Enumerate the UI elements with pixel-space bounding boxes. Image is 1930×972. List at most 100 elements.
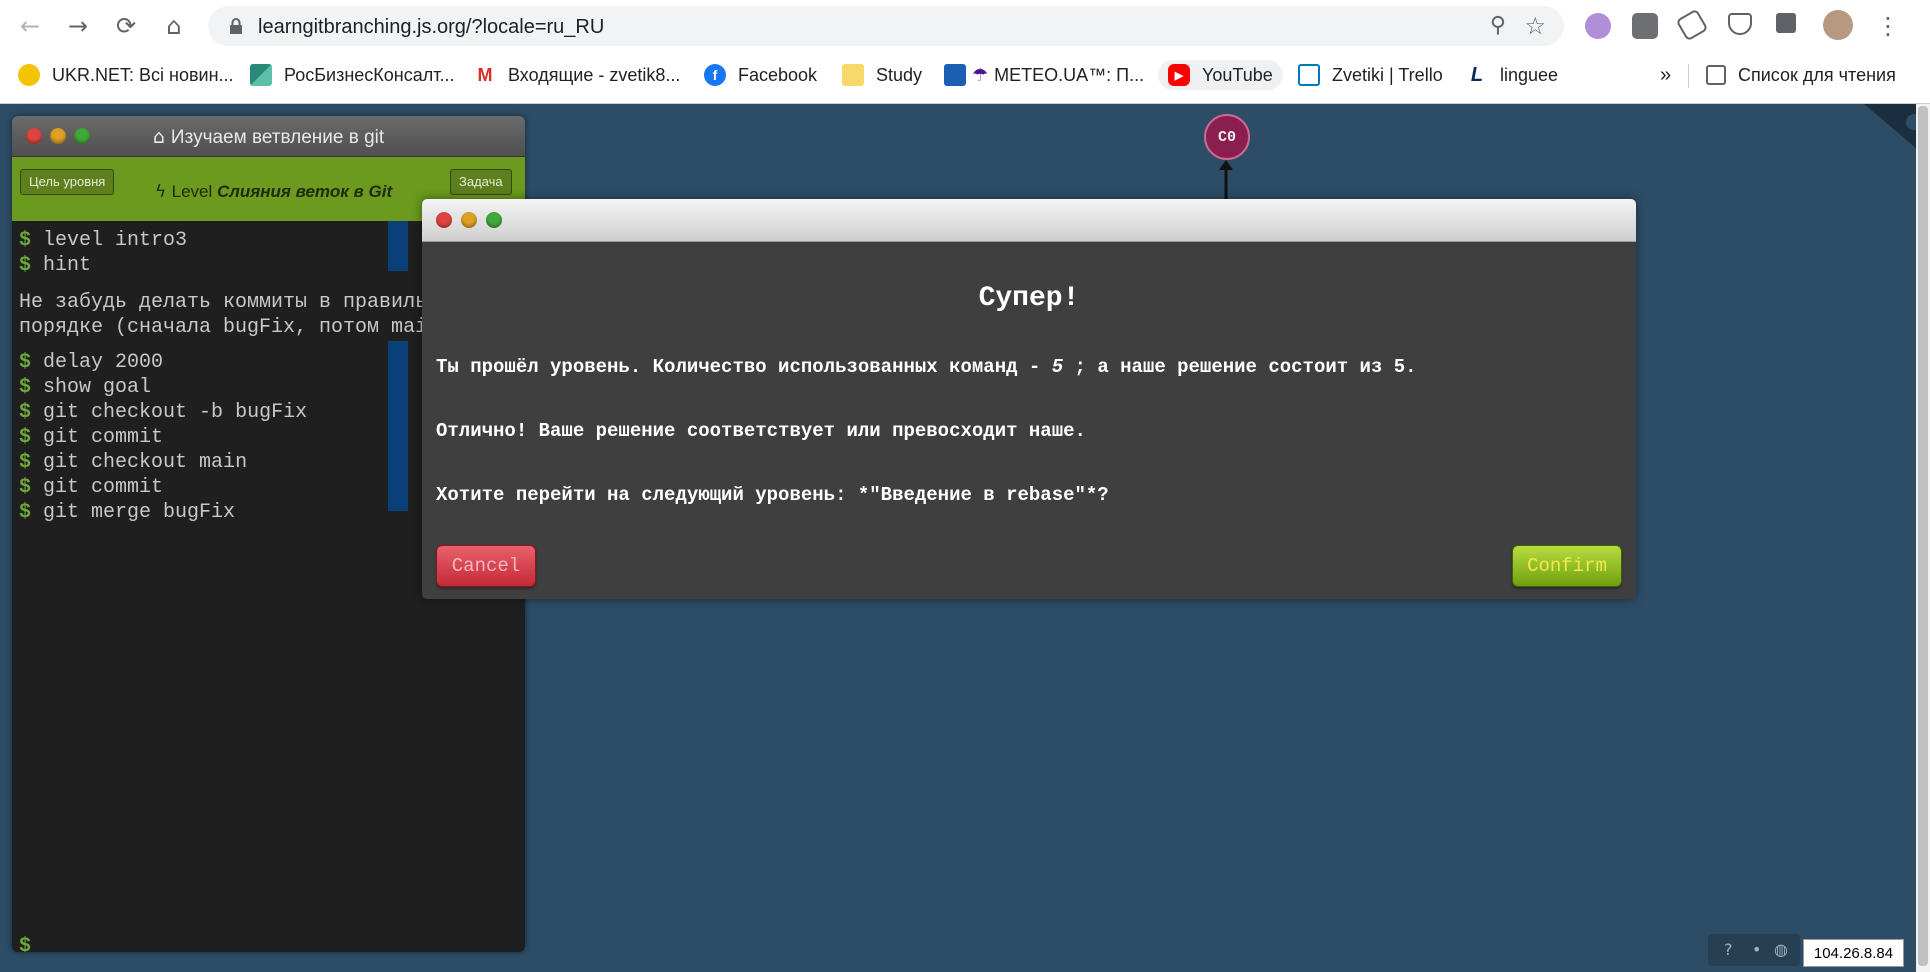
level-name: ϟ Level Слияния веток в Git bbox=[155, 182, 392, 202]
prompt: $ bbox=[19, 229, 32, 252]
bookmark-trello[interactable]: Zvetiki | Trello bbox=[1298, 60, 1443, 90]
reading-list-label: Список для чтения bbox=[1738, 64, 1896, 85]
prompt: $ bbox=[19, 254, 32, 277]
cancel-button[interactable]: Cancel bbox=[436, 545, 536, 587]
reload-icon[interactable]: ⟳ bbox=[110, 10, 142, 42]
prompt: $ bbox=[19, 501, 32, 524]
minimize-dot-icon[interactable] bbox=[461, 212, 477, 228]
command-line: $ delay 2000 bbox=[19, 351, 163, 374]
bookmark-study[interactable]: Study bbox=[842, 60, 922, 90]
level-goal-button[interactable]: Цель уровня bbox=[20, 169, 115, 195]
facebook-icon: f bbox=[704, 64, 726, 86]
command-text: delay 2000 bbox=[43, 351, 164, 374]
extension-grey-icon[interactable] bbox=[1632, 13, 1658, 39]
zoom-icon[interactable]: ⚲ bbox=[1490, 13, 1506, 38]
bookmark-linguee[interactable]: Llinguee bbox=[1466, 60, 1558, 90]
command-input[interactable]: $ bbox=[19, 935, 31, 952]
prompt: $ bbox=[19, 935, 32, 952]
confirm-button[interactable]: Confirm bbox=[1512, 545, 1622, 587]
bookmark-facebook[interactable]: f Facebook bbox=[704, 60, 817, 90]
meteo-icon bbox=[944, 64, 966, 86]
bookmark-gmail[interactable]: M Входящие - zvetik8... bbox=[474, 60, 680, 90]
globe-icon[interactable]: ◍ bbox=[1774, 940, 1788, 959]
result-text-a: Ты прошёл уровень. Количество использова… bbox=[436, 356, 1052, 378]
bookmark-meteo[interactable]: ☂ METEO.UA™: П... bbox=[944, 60, 1144, 90]
bookmark-label: linguee bbox=[1500, 64, 1559, 85]
close-dot-icon[interactable] bbox=[436, 212, 452, 228]
extensions-puzzle-icon[interactable] bbox=[1776, 13, 1796, 33]
command-text: git checkout main bbox=[43, 451, 248, 474]
command-count: 5 bbox=[1051, 356, 1064, 378]
help-icon[interactable]: ? bbox=[1724, 940, 1733, 959]
maximize-dot-icon[interactable] bbox=[486, 212, 502, 228]
prompt: $ bbox=[19, 351, 32, 374]
ip-address: 104.26.8.84 bbox=[1803, 939, 1904, 967]
folder-icon bbox=[842, 64, 864, 86]
level-prefix: Level bbox=[171, 182, 213, 201]
prompt: $ bbox=[19, 476, 32, 499]
pocket-icon[interactable] bbox=[1728, 13, 1752, 35]
command-line: $ git commit bbox=[19, 476, 163, 499]
back-icon[interactable]: ← bbox=[14, 10, 46, 42]
help-toolbar: ? • ◍ bbox=[1708, 934, 1800, 966]
reading-list-button[interactable]: Список для чтения bbox=[1706, 60, 1896, 90]
forward-icon[interactable]: → bbox=[62, 10, 94, 42]
prompt: $ bbox=[19, 401, 32, 424]
result-text-b: ; а наше решение состоит из 5. bbox=[1063, 356, 1417, 378]
bookmark-label: YouTube bbox=[1202, 64, 1273, 85]
command-line: $ git merge bugFix bbox=[19, 501, 235, 524]
command-line: $ show goal bbox=[19, 376, 151, 399]
linguee-icon: L bbox=[1466, 64, 1488, 86]
menu-kebab-icon[interactable]: ⋮ bbox=[1872, 10, 1904, 42]
command-text: hint bbox=[43, 254, 92, 277]
ukrnet-icon bbox=[18, 64, 40, 86]
bookmark-label: РосБизнесКонсалт... bbox=[284, 64, 455, 85]
command-line: $ level intro3 bbox=[19, 229, 187, 252]
profile-avatar[interactable] bbox=[1823, 10, 1853, 40]
extension-purple-icon[interactable] bbox=[1585, 13, 1611, 39]
bookmark-youtube[interactable]: ▶ YouTube bbox=[1158, 60, 1283, 90]
bookmark-label: Входящие - zvetik8... bbox=[508, 64, 681, 85]
level-complete-dialog: Супер! Ты прошёл уровень. Количество исп… bbox=[422, 199, 1636, 599]
task-button[interactable]: Задача bbox=[450, 169, 512, 195]
youtube-icon: ▶ bbox=[1168, 64, 1190, 86]
commit-arrow bbox=[1219, 160, 1233, 200]
dialog-titlebar bbox=[422, 199, 1636, 242]
dialog-praise-text: Отлично! Ваше решение соответствует или … bbox=[436, 420, 1086, 442]
level-title: Слияния веток в Git bbox=[217, 182, 393, 201]
bookmark-ukrnet[interactable]: UKR.NET: Всі новин... bbox=[18, 60, 234, 90]
rbc-icon bbox=[250, 64, 272, 86]
trello-icon bbox=[1298, 64, 1320, 86]
home-icon[interactable]: ⌂ bbox=[158, 10, 190, 42]
dialog-heading: Супер! bbox=[978, 283, 1080, 314]
bookmark-label: UKR.NET: Всі новин... bbox=[52, 64, 234, 85]
more-bookmarks-button[interactable]: » bbox=[1660, 60, 1671, 90]
terminal-title-text: Изучаем ветвление в git bbox=[170, 127, 385, 148]
bookmark-label: METEO.UA™: П... bbox=[994, 64, 1145, 85]
hint-line: Не забудь делать коммиты в правиль bbox=[19, 291, 428, 314]
lock-icon bbox=[230, 18, 242, 34]
command-line: $ git checkout -b bugFix bbox=[19, 401, 307, 424]
home-icon: ⌂ bbox=[152, 126, 171, 148]
prompt: $ bbox=[19, 426, 32, 449]
divider bbox=[1688, 64, 1689, 88]
commit-node[interactable]: C0 bbox=[1204, 114, 1250, 160]
address-bar[interactable]: learngitbranching.js.org/?locale=ru_RU ⚲… bbox=[208, 6, 1564, 46]
browser-chrome: ← → ⟳ ⌂ learngitbranching.js.org/?locale… bbox=[0, 0, 1930, 104]
bookmarks-bar: UKR.NET: Всі новин... РосБизнесКонсалт..… bbox=[0, 52, 1930, 96]
prompt: $ bbox=[19, 376, 32, 399]
hint-line: порядке (сначала bugFix, потом mai bbox=[19, 316, 428, 339]
reading-list-icon bbox=[1706, 65, 1726, 85]
bookmark-star-icon[interactable]: ☆ bbox=[1524, 12, 1546, 40]
command-text: show goal bbox=[43, 376, 152, 399]
terminal-title: ⌂ Изучаем ветвление в git bbox=[12, 126, 525, 149]
extension-ruler-icon[interactable] bbox=[1675, 8, 1709, 42]
bookmark-label: Study bbox=[876, 64, 923, 85]
scrollbar-thumb[interactable] bbox=[1918, 106, 1928, 966]
dialog-next-level-text: Хотите перейти на следующий уровень: *"В… bbox=[436, 484, 1109, 506]
browser-toolbar: ← → ⟳ ⌂ learngitbranching.js.org/?locale… bbox=[0, 0, 1930, 52]
bookmark-rbc[interactable]: РосБизнесКонсалт... bbox=[250, 60, 455, 90]
gmail-icon: M bbox=[474, 64, 496, 86]
command-text: git commit bbox=[43, 426, 164, 449]
umbrella-icon: ☂ bbox=[972, 64, 989, 86]
